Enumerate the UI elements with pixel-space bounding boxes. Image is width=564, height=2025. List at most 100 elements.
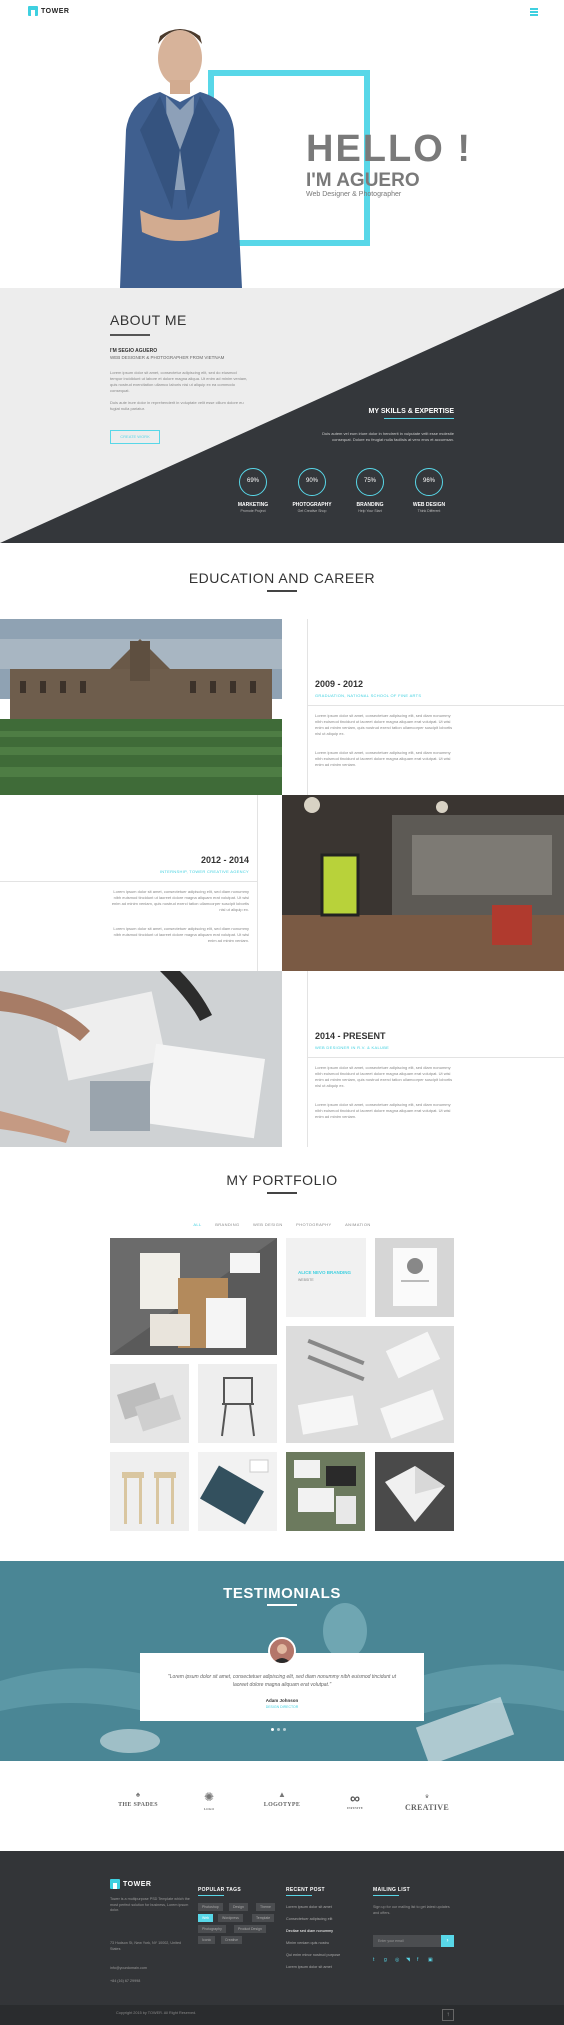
education-years: 2012 - 2014: [200, 855, 249, 865]
testimonial-quote: "Lorem ipsum dolor sit amet, consectetue…: [168, 1674, 396, 1688]
university-photo: [0, 619, 282, 795]
twitter-icon[interactable]: t: [373, 1957, 374, 1963]
about-section: ABOUT ME I'M SEGIO AGUERO WEB DESIGNER &…: [0, 288, 564, 543]
about-title: ABOUT ME: [110, 312, 187, 328]
google-plus-icon[interactable]: g: [384, 1957, 387, 1963]
back-to-top-button[interactable]: ↑: [442, 2009, 454, 2021]
about-cta-button[interactable]: CREATE WORK: [110, 430, 160, 444]
footer-address: 73 Hudson St, New York, NY 10002, United…: [110, 1941, 182, 1951]
filter-web-design[interactable]: WEB DESIGN: [253, 1222, 283, 1227]
education-years: 2014 - PRESENT: [315, 1031, 386, 1041]
about-paragraph: Lorem ipsum dolor sit amet, consectetur …: [110, 370, 248, 393]
pager-dot[interactable]: [283, 1728, 286, 1731]
skill-desc: Think Different: [417, 509, 441, 513]
footer-logo-text: TOWER: [123, 1880, 152, 1888]
dribbble-icon[interactable]: ◎: [395, 1957, 399, 1963]
education-text: Lorem ipsum dolor sit amet, consectetuer…: [315, 1065, 453, 1088]
portfolio-item[interactable]: [110, 1364, 189, 1443]
menu-icon[interactable]: [530, 8, 538, 17]
about-subtitle: WEB DESIGNER & PHOTOGRAPHER FROM VIETNAM: [110, 355, 225, 360]
education-text: Lorem ipsum dolor sit amet, consectetuer…: [315, 713, 453, 736]
client-logo-text: LOGO: [203, 1807, 215, 1811]
portfolio-item[interactable]: [286, 1326, 454, 1443]
footer-logo[interactable]: TOWER: [110, 1879, 151, 1889]
instagram-icon[interactable]: ▣: [428, 1957, 433, 1963]
skills-title: MY SKILLS & EXPERTISE: [368, 408, 454, 415]
portfolio-title: MY PORTFOLIO: [226, 1172, 338, 1188]
education-place: INTERNSHIP, TOWER CREATIVE AGENCY: [159, 869, 249, 874]
filter-animation[interactable]: ANIMATION: [345, 1222, 371, 1227]
education-entry: 2009 - 2012 GRADUATION, NATIONAL SCHOOL …: [282, 619, 564, 795]
rss-icon[interactable]: ◥: [406, 1957, 410, 1963]
testimonials-title: TESTIMONIALS: [223, 1585, 341, 1602]
tag[interactable]: Creative: [221, 1936, 243, 1944]
about-name: I'M SEGIO AGUERO: [110, 348, 158, 354]
tag[interactable]: Theme: [256, 1903, 275, 1911]
recent-post[interactable]: Lorem ipsum dolor sit amet: [286, 1965, 332, 1969]
education-text: Lorem ipsum dolor sit amet, consectetuer…: [315, 750, 451, 767]
pager-dot[interactable]: [271, 1728, 274, 1731]
recent-post[interactable]: Decitae sed diam nonummy: [286, 1929, 333, 1933]
copyright-text: Copyright 2015 by TOWER. All Right Reser…: [116, 2011, 197, 2015]
client-logo-text: THE SPADES: [118, 1802, 158, 1808]
recent-post[interactable]: Consectetuer adipiscing elit: [286, 1917, 332, 1921]
portfolio-item[interactable]: [198, 1364, 277, 1443]
portfolio-item[interactable]: [110, 1238, 277, 1355]
portfolio-item[interactable]: [198, 1452, 277, 1531]
footer-about: Tower is a multipurpose PSD Template whi…: [110, 1897, 190, 1912]
filter-all[interactable]: ALL: [193, 1222, 201, 1227]
tag[interactable]: Product Design: [234, 1925, 266, 1933]
client-logo-text: CREATIVE: [404, 1803, 450, 1812]
tower-logo-icon: [28, 6, 38, 16]
skill-item: 96% WEB DESIGN Think Different: [394, 468, 464, 513]
education-entry: 2014 - PRESENT WEB DESIGNER IN R.V. & KA…: [282, 971, 564, 1147]
portfolio-item[interactable]: [110, 1452, 189, 1531]
footer-email[interactable]: info@yourdomain.com: [110, 1966, 147, 1972]
email-input[interactable]: Enter your email: [373, 1935, 441, 1947]
mail-text: Sign up for our mailing list to get late…: [373, 1905, 450, 1915]
skill-name: WEB DESIGN: [412, 502, 446, 508]
mail-title: MAILING LIST: [373, 1887, 410, 1893]
portfolio-title-underline: [267, 1192, 297, 1194]
about-paragraph: Duis aute irure dolor in reprehenderit i…: [110, 400, 244, 411]
filter-photography[interactable]: PHOTOGRAPHY: [296, 1222, 331, 1227]
portfolio-item-sub: WEBSITE: [298, 1278, 314, 1282]
portfolio-item[interactable]: [375, 1452, 454, 1531]
pager-dot[interactable]: [277, 1728, 280, 1731]
logo[interactable]: TOWER: [28, 6, 69, 16]
portfolio-item[interactable]: [375, 1238, 454, 1317]
education-years: 2009 - 2012: [315, 679, 364, 689]
recent-post[interactable]: Qui enim minor nostrud purpose: [286, 1953, 340, 1957]
tag[interactable]: Photography: [198, 1925, 226, 1933]
shell-icon: ✺: [203, 1790, 215, 1804]
hero-role: Web Designer & Photographer: [306, 191, 402, 198]
tag[interactable]: Template: [252, 1914, 275, 1922]
infinity-icon: ∞: [350, 1790, 360, 1806]
testimonial-role: DESIGN DIRECTOR: [265, 1705, 299, 1709]
client-logo[interactable]: ✺ LOGO: [174, 1790, 244, 1824]
testimonials-section: TESTIMONIALS "Lorem ipsum dolor sit amet…: [0, 1561, 564, 1761]
client-logo[interactable]: ▲ LOGOTYPE: [247, 1790, 317, 1824]
tag[interactable]: Iconic: [198, 1936, 216, 1944]
filter-branding[interactable]: BRANDING: [215, 1222, 239, 1227]
subscribe-button[interactable]: ›: [441, 1935, 454, 1947]
tag[interactable]: Web: [198, 1914, 214, 1922]
client-logo[interactable]: ♛ CREATIVE: [392, 1790, 462, 1824]
crown-icon: ♛: [424, 1794, 430, 1800]
tag[interactable]: Wordpress: [218, 1914, 243, 1922]
facebook-icon[interactable]: f: [417, 1957, 418, 1963]
tag[interactable]: Photoshop: [198, 1903, 223, 1911]
client-logo[interactable]: ∞ INFINITE: [320, 1790, 390, 1824]
tag[interactable]: Design: [229, 1903, 248, 1911]
education-place: WEB DESIGNER IN R.V. & KALUBE: [315, 1045, 390, 1050]
skill-ring: 90%: [298, 468, 326, 496]
portfolio-item[interactable]: [286, 1452, 365, 1531]
portfolio-item-title: ALICE NEVO BRANDING: [298, 1270, 352, 1275]
recent-post[interactable]: Minim veniam quis nostru: [286, 1941, 329, 1945]
hero-hello: HELLO !: [306, 128, 472, 170]
client-logo[interactable]: ♠ THE SPADES: [103, 1790, 173, 1824]
tags-title: POPULAR TAGS: [198, 1887, 241, 1893]
recent-post[interactable]: Lorem ipsum dolor sit amet: [286, 1905, 332, 1909]
education-title: EDUCATION AND CAREER: [188, 570, 376, 586]
portfolio-item[interactable]: ALICE NEVO BRANDING WEBSITE: [286, 1238, 366, 1317]
